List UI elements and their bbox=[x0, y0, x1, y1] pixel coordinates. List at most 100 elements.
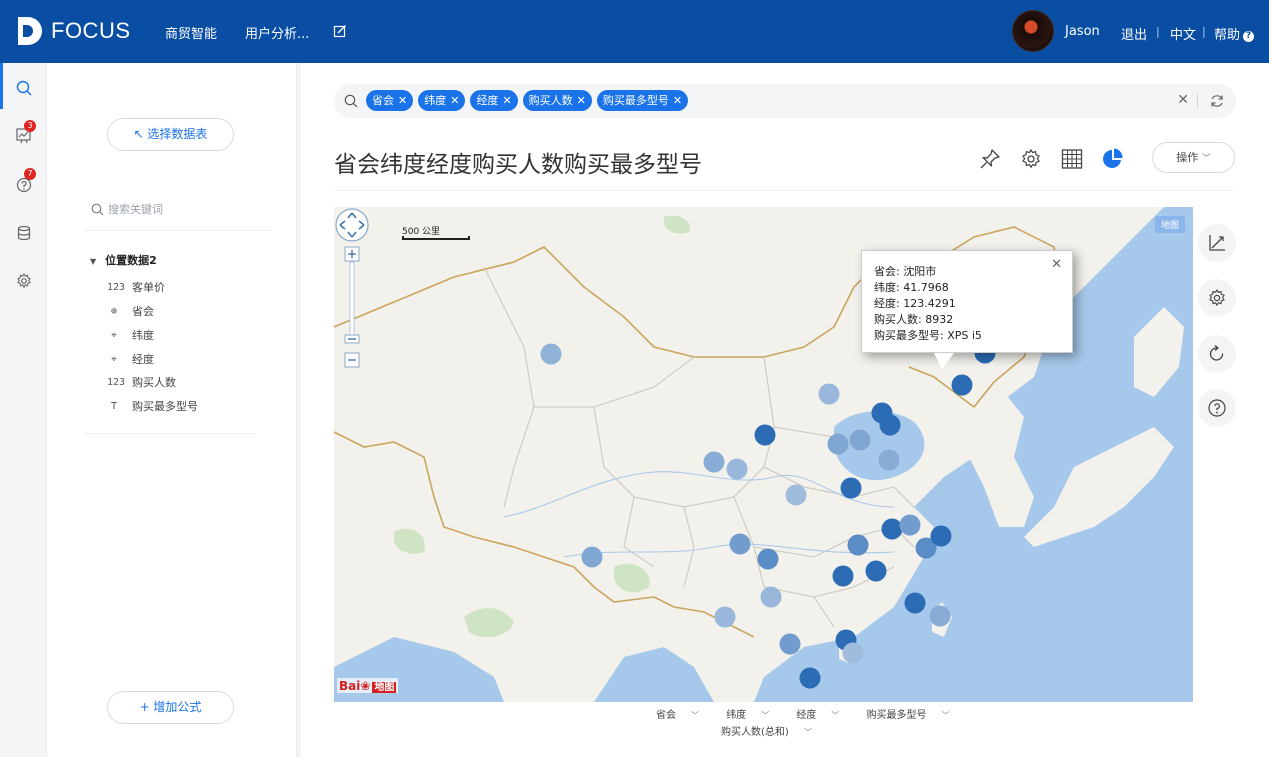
axis-tool-button[interactable] bbox=[1198, 224, 1236, 262]
map-data-point[interactable] bbox=[878, 449, 900, 471]
remove-tag-icon[interactable]: ✕ bbox=[398, 94, 407, 107]
field-item[interactable]: ⊕ 省会 bbox=[107, 303, 154, 319]
map-data-point[interactable] bbox=[879, 414, 901, 436]
map-data-point[interactable] bbox=[779, 633, 801, 655]
search-icon[interactable] bbox=[15, 79, 33, 97]
logo-icon bbox=[18, 17, 42, 45]
logo[interactable]: FOCUS bbox=[16, 14, 131, 48]
reload-button[interactable] bbox=[1198, 335, 1236, 373]
nav-user-analysis[interactable]: 用户分析... bbox=[245, 23, 309, 42]
nav-business-intel[interactable]: 商贸智能 bbox=[165, 23, 217, 42]
map-data-point[interactable] bbox=[832, 565, 854, 587]
map-data-point[interactable] bbox=[929, 605, 951, 627]
settings-gear-icon[interactable] bbox=[1019, 147, 1043, 171]
database-icon[interactable] bbox=[15, 224, 33, 242]
query-tag[interactable]: 经度 ✕ bbox=[470, 90, 518, 111]
operate-label: 操作 bbox=[1176, 151, 1199, 164]
map-data-point[interactable] bbox=[729, 533, 751, 555]
field-label: 省会 bbox=[132, 305, 154, 318]
tooltip-line: 购买人数: 8932 bbox=[874, 313, 954, 326]
map-data-point[interactable] bbox=[540, 343, 562, 365]
map-data-point[interactable] bbox=[930, 525, 952, 547]
axis-selector[interactable]: 经度 ﹀ bbox=[796, 710, 851, 721]
remove-tag-icon[interactable]: ✕ bbox=[673, 94, 682, 107]
zoom-slider-track[interactable] bbox=[349, 261, 355, 343]
remove-tag-icon[interactable]: ✕ bbox=[577, 94, 586, 107]
help-icon bbox=[1208, 399, 1226, 417]
map-data-point[interactable] bbox=[754, 424, 776, 446]
query-tags: 省会 ✕ 纬度 ✕ 经度 ✕ 购买人数 ✕ 购买最多型号 ✕ bbox=[366, 90, 689, 111]
remove-tag-icon[interactable]: ✕ bbox=[502, 94, 511, 107]
map-data-point[interactable] bbox=[840, 477, 862, 499]
map-data-point[interactable] bbox=[726, 458, 748, 480]
dataset-node[interactable]: ▼ 位置数据2 bbox=[90, 252, 157, 268]
map-data-point[interactable] bbox=[899, 514, 921, 536]
axis-icon bbox=[1209, 235, 1225, 251]
map-chart[interactable]: 500 公里 地图 Bai❀ 地图 ✕ 省会: 沈阳市 纬度: 41.7968 经… bbox=[334, 207, 1193, 702]
remove-tag-icon[interactable]: ✕ bbox=[450, 94, 459, 107]
help-button[interactable] bbox=[1198, 389, 1236, 427]
map-data-point[interactable] bbox=[799, 667, 821, 689]
query-search-bar[interactable]: 省会 ✕ 纬度 ✕ 经度 ✕ 购买人数 ✕ 购买最多型号 ✕ ✕ bbox=[334, 84, 1236, 118]
operate-dropdown[interactable]: 操作 ﹀ bbox=[1152, 142, 1235, 173]
reload-icon bbox=[1209, 345, 1224, 361]
search-placeholder: 搜索关键词 bbox=[108, 203, 163, 216]
refresh-icon[interactable] bbox=[1209, 93, 1225, 109]
pin-icon[interactable] bbox=[978, 147, 1002, 171]
avatar[interactable] bbox=[1012, 10, 1054, 52]
language-link[interactable]: 中文 bbox=[1170, 24, 1196, 43]
user-name[interactable]: Jason bbox=[1065, 24, 1100, 39]
map-data-point[interactable] bbox=[760, 586, 782, 608]
settings-gear-icon[interactable] bbox=[15, 272, 33, 290]
field-item[interactable]: ⌖ 纬度 bbox=[107, 327, 154, 343]
map-data-point[interactable] bbox=[849, 429, 871, 451]
query-tag[interactable]: 购买最多型号 ✕ bbox=[596, 90, 689, 111]
logout-link[interactable]: 退出 bbox=[1121, 24, 1147, 43]
map-data-point[interactable] bbox=[881, 518, 903, 540]
map-data-point[interactable] bbox=[703, 451, 725, 473]
map-data-point[interactable] bbox=[785, 484, 807, 506]
pie-chart-icon[interactable] bbox=[1101, 147, 1125, 171]
field-item[interactable]: 123 购买人数 bbox=[107, 374, 176, 390]
query-tag[interactable]: 购买人数 ✕ bbox=[522, 90, 592, 111]
axis-selector[interactable]: 纬度 ﹀ bbox=[726, 710, 781, 721]
map-data-point[interactable] bbox=[865, 560, 887, 582]
query-tag[interactable]: 纬度 ✕ bbox=[418, 90, 466, 111]
axis-label: 经度 bbox=[796, 710, 817, 721]
map-data-point[interactable] bbox=[818, 383, 840, 405]
axis-selector[interactable]: 购买人数(总和) ﹀ bbox=[721, 727, 824, 738]
axis-selector-row: 购买人数(总和) ﹀ bbox=[721, 723, 836, 738]
keyword-search-input[interactable]: 搜索关键词 bbox=[91, 201, 163, 217]
axis-selector[interactable]: 省会 ﹀ bbox=[656, 710, 711, 721]
map-data-point[interactable] bbox=[757, 548, 779, 570]
clear-icon[interactable]: ✕ bbox=[1177, 92, 1189, 108]
map-type-button[interactable]: 地图 bbox=[1154, 216, 1185, 233]
close-icon[interactable]: ✕ bbox=[1051, 257, 1062, 273]
zoom-control[interactable] bbox=[334, 207, 370, 372]
map-data-point[interactable] bbox=[827, 433, 849, 455]
edit-icon[interactable] bbox=[333, 24, 347, 38]
add-formula-button[interactable]: + 增加公式 bbox=[107, 691, 234, 724]
map-data-point[interactable] bbox=[951, 374, 973, 396]
map-data-point[interactable] bbox=[847, 534, 869, 556]
dataset-label: 位置数据2 bbox=[105, 254, 157, 267]
chart-settings-button[interactable] bbox=[1198, 279, 1236, 317]
page-title: 省会纬度经度购买人数购买最多型号 bbox=[334, 152, 702, 178]
chevron-down-icon: ﹀ bbox=[761, 711, 770, 720]
map-data-point[interactable] bbox=[842, 642, 864, 664]
field-item[interactable]: ⌖ 经度 bbox=[107, 351, 154, 367]
field-label: 经度 bbox=[132, 353, 154, 366]
tag-label: 经度 bbox=[476, 94, 499, 107]
query-tag[interactable]: 省会 ✕ bbox=[366, 90, 414, 111]
select-table-button[interactable]: ↖ 选择数据表 bbox=[107, 118, 234, 151]
field-item[interactable]: T 购买最多型号 bbox=[107, 398, 198, 414]
field-item[interactable]: 123 客单价 bbox=[107, 279, 165, 295]
axis-selector[interactable]: 购买最多型号 ﹀ bbox=[867, 710, 962, 721]
logo-text: FOCUS bbox=[51, 18, 131, 43]
map-data-point[interactable] bbox=[904, 592, 926, 614]
map-data-point[interactable] bbox=[714, 606, 736, 628]
help-link[interactable]: 帮助? bbox=[1214, 24, 1255, 43]
map-data-point[interactable] bbox=[581, 546, 603, 568]
table-view-icon[interactable] bbox=[1060, 147, 1084, 171]
help-circle-icon: ? bbox=[1243, 31, 1255, 42]
